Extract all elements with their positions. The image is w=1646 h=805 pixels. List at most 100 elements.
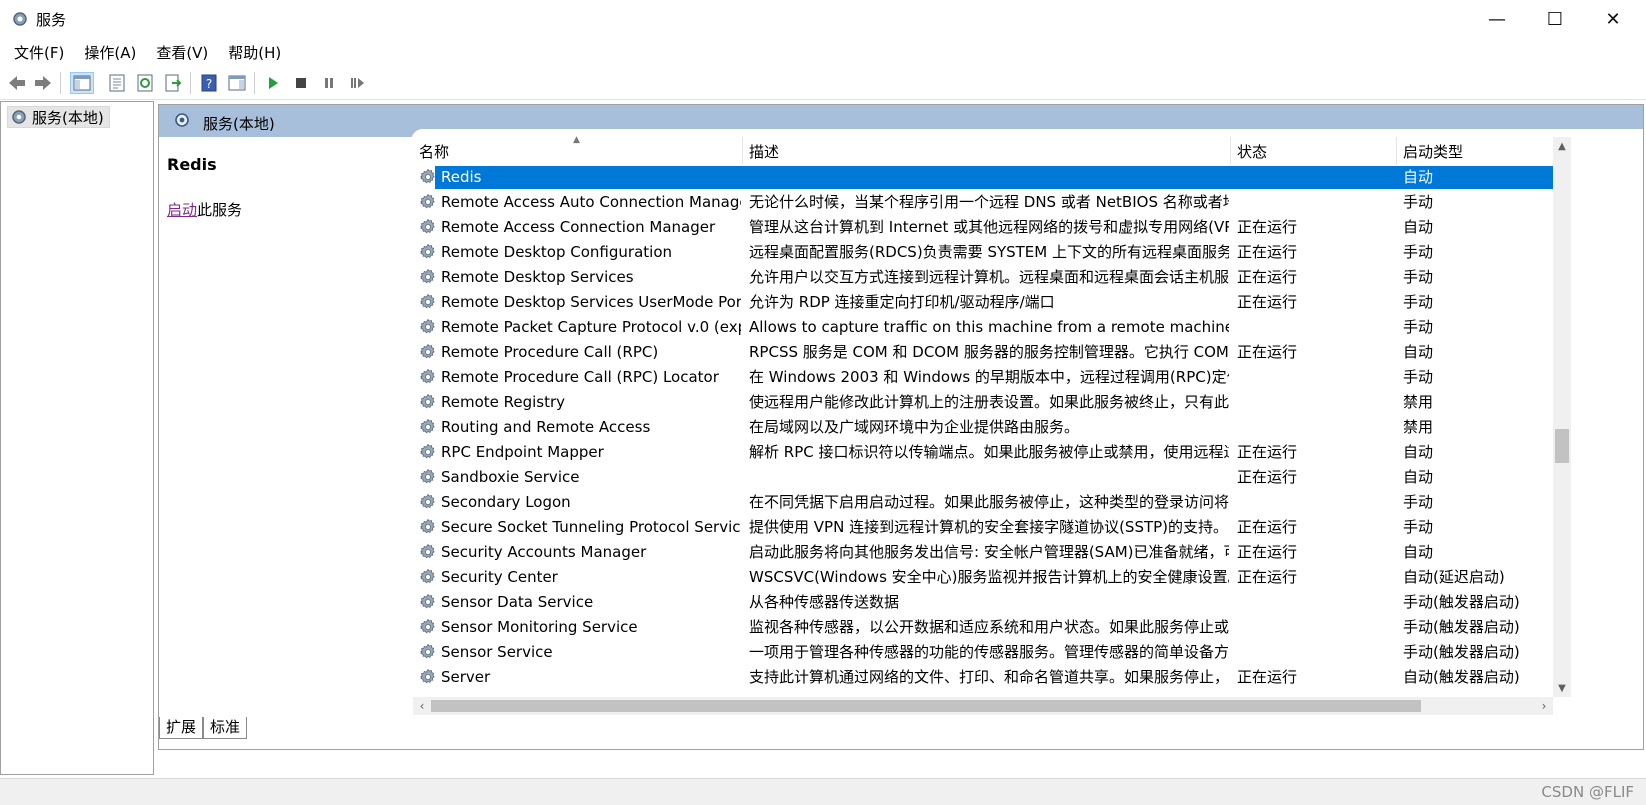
service-gear-icon <box>420 443 435 459</box>
service-startup-type-cell: 手动 <box>1403 293 1434 311</box>
back-arrow-icon[interactable] <box>6 73 28 93</box>
service-gear-icon <box>420 193 435 209</box>
service-description-cell: 使远程用户能修改此计算机上的注册表设置。如果此服务被终止，只有此... <box>749 393 1229 411</box>
scroll-up-icon[interactable]: ▲ <box>1553 137 1571 155</box>
minimize-button[interactable]: — <box>1468 0 1526 38</box>
horizontal-scrollbar[interactable]: ‹ › <box>413 697 1553 715</box>
service-description-cell: 在局域网以及广域网环境中为企业提供路由服务。 <box>749 418 1080 436</box>
close-button[interactable]: ✕ <box>1584 0 1642 38</box>
start-service-link[interactable]: 启动 <box>167 201 197 219</box>
service-gear-icon <box>420 468 435 484</box>
service-row[interactable]: Server 支持此计算机通过网络的文件、打印、和命名管道共享。如果服务停止，..… <box>413 665 1553 690</box>
start-service-icon[interactable] <box>262 73 284 93</box>
service-description-cell: 管理从这台计算机到 Internet 或其他远程网络的拨号和虚拟专用网络(VPN… <box>749 218 1229 236</box>
service-row[interactable]: Remote Access Auto Connection Manager 无论什… <box>413 190 1553 215</box>
column-header-name[interactable]: 名称 ▲ <box>413 135 743 165</box>
service-row[interactable]: Secondary Logon 在不同凭据下启用启动过程。如果此服务被停止，这种类… <box>413 490 1553 515</box>
maximize-button[interactable]: ☐ <box>1526 0 1584 38</box>
stop-service-icon[interactable] <box>290 73 312 93</box>
service-row[interactable]: Remote Procedure Call (RPC) RPCSS 服务是 COM… <box>413 340 1553 365</box>
scroll-left-icon[interactable]: ‹ <box>413 697 431 715</box>
services-list: 名称 ▲ 描述 状态 启动类型 Redis 自动 Remote Access Aut… <box>413 135 1643 749</box>
service-startup-type-cell: 手动 <box>1403 268 1434 286</box>
watermark-text: CSDN @FLIF <box>1541 783 1634 801</box>
service-row[interactable]: Sandboxie Service 正在运行 自动 <box>413 465 1553 490</box>
tab-standard[interactable]: 标准 <box>203 717 248 739</box>
service-description-cell: RPCSS 服务是 COM 和 DCOM 服务器的服务控制管理器。它执行 COM… <box>749 343 1229 361</box>
service-status-cell <box>1237 165 1387 190</box>
service-name-cell: Remote Desktop Services <box>441 268 634 286</box>
horizontal-scroll-thumb[interactable] <box>431 700 1421 712</box>
properties-icon[interactable] <box>106 73 128 93</box>
service-startup-type-cell: 手动 <box>1403 368 1434 386</box>
column-header-status[interactable]: 状态 <box>1231 137 1397 165</box>
forward-arrow-icon[interactable] <box>32 73 54 93</box>
service-row[interactable]: Redis 自动 <box>413 165 1553 190</box>
service-gear-icon <box>420 593 435 609</box>
service-status-cell <box>1237 190 1387 215</box>
service-status-cell <box>1237 590 1387 615</box>
search-services-icon <box>175 113 189 127</box>
service-status-cell: 正在运行 <box>1237 668 1298 686</box>
service-row[interactable]: Sensor Service 一项用于管理各种传感器的功能的传感器服务。管理传感器… <box>413 640 1553 665</box>
service-startup-type-cell: 手动 <box>1403 493 1434 511</box>
service-gear-icon <box>420 643 435 659</box>
pause-service-icon[interactable] <box>318 73 340 93</box>
refresh-icon[interactable] <box>134 73 156 93</box>
scroll-down-icon[interactable]: ▼ <box>1553 679 1571 697</box>
service-startup-type-cell: 自动 <box>1403 218 1434 236</box>
help-icon[interactable]: ? <box>198 73 220 93</box>
action-pane-icon[interactable] <box>226 73 248 93</box>
toolbar-separator <box>60 72 61 94</box>
service-row[interactable]: Remote Desktop Services 允许用户以交互方式连接到远程计算机… <box>413 265 1553 290</box>
scroll-right-icon[interactable]: › <box>1535 697 1553 715</box>
service-description-cell: 一项用于管理各种传感器的功能的传感器服务。管理传感器的简单设备方... <box>749 643 1229 661</box>
service-row[interactable]: Remote Registry 使远程用户能修改此计算机上的注册表设置。如果此服务… <box>413 390 1553 415</box>
service-gear-icon <box>420 668 435 684</box>
menu-action[interactable]: 操作(A) <box>74 38 146 66</box>
service-row[interactable]: Remote Access Connection Manager 管理从这台计算机… <box>413 215 1553 240</box>
service-row[interactable]: Remote Desktop Configuration 远程桌面配置服务(RDC… <box>413 240 1553 265</box>
export-list-icon[interactable] <box>162 73 184 93</box>
service-row[interactable]: Routing and Remote Access 在局域网以及广域网环境中为企业… <box>413 415 1553 440</box>
console-tree: 服务(本地) <box>0 101 154 775</box>
service-row[interactable]: RPC Endpoint Mapper 解析 RPC 接口标识符以传输端点。如果此… <box>413 440 1553 465</box>
service-gear-icon <box>420 518 435 534</box>
service-description-cell: 允许用户以交互方式连接到远程计算机。远程桌面和远程桌面会话主机服... <box>749 268 1229 286</box>
services-gear-icon <box>12 110 26 124</box>
column-header-description[interactable]: 描述 <box>743 137 1231 165</box>
vertical-scrollbar[interactable]: ▲ ▼ <box>1553 137 1571 697</box>
services-pane: 服务(本地) Redis 启动此服务 名称 ▲ 描述 状态 启动类型 Redis… <box>158 104 1644 750</box>
service-name-cell: RPC Endpoint Mapper <box>441 443 604 461</box>
toolbar-separator <box>190 72 191 94</box>
service-name-cell: Remote Registry <box>441 393 566 411</box>
service-gear-icon <box>420 343 435 359</box>
service-status-cell <box>1237 315 1387 340</box>
service-status-cell: 正在运行 <box>1237 443 1298 461</box>
service-row[interactable]: Remote Desktop Services UserMode Port Re… <box>413 290 1553 315</box>
svg-text:?: ? <box>206 77 212 91</box>
vertical-scroll-thumb[interactable] <box>1555 429 1569 463</box>
column-header-startup-type[interactable]: 启动类型 <box>1397 137 1553 165</box>
menu-bar: 文件(F) 操作(A) 查看(V) 帮助(H) <box>0 38 1646 66</box>
menu-file[interactable]: 文件(F) <box>4 38 74 66</box>
service-description-cell: 在 Windows 2003 和 Windows 的早期版本中，远程过程调用(R… <box>749 368 1229 386</box>
start-service-suffix: 此服务 <box>197 201 243 219</box>
restart-service-icon[interactable] <box>346 73 368 93</box>
service-status-cell <box>1237 640 1387 665</box>
service-row[interactable]: Security Accounts Manager 启动此服务将向其他服务发出信号… <box>413 540 1553 565</box>
service-row[interactable]: Remote Procedure Call (RPC) Locator 在 Win… <box>413 365 1553 390</box>
menu-view[interactable]: 查看(V) <box>146 38 218 66</box>
service-row[interactable]: Sensor Monitoring Service 监视各种传感器，以公开数据和适… <box>413 615 1553 640</box>
show-hide-console-tree-icon[interactable] <box>70 72 94 94</box>
service-row[interactable]: Security Center WSCSVC(Windows 安全中心)服务监视并… <box>413 565 1553 590</box>
services-rows: Redis 自动 Remote Access Auto Connection Man… <box>413 165 1553 690</box>
service-row[interactable]: Remote Packet Capture Protocol v.0 (expe… <box>413 315 1553 340</box>
menu-help[interactable]: 帮助(H) <box>218 38 291 66</box>
service-gear-icon <box>420 568 435 584</box>
service-description-cell: 启动此服务将向其他服务发出信号: 安全帐户管理器(SAM)已准备就绪，可... <box>749 543 1229 561</box>
tab-extended[interactable]: 扩展 <box>159 717 204 739</box>
service-row[interactable]: Secure Socket Tunneling Protocol Service… <box>413 515 1553 540</box>
tree-node-services-local[interactable]: 服务(本地) <box>7 106 110 128</box>
service-row[interactable]: Sensor Data Service 从各种传感器传送数据 手动(触发器启动) <box>413 590 1553 615</box>
